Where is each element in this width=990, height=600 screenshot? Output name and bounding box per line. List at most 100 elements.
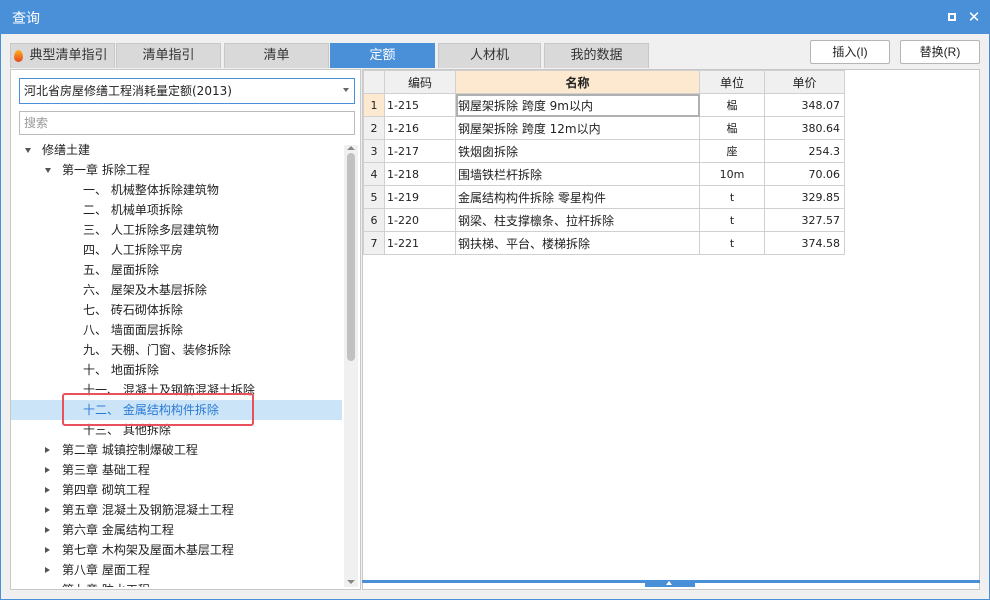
replace-button[interactable]: 替换(R) [900,40,980,64]
cell-name[interactable]: 金属结构构件拆除 零星构件 [455,185,700,209]
scroll-down-icon[interactable] [347,580,355,584]
column-header-code[interactable]: 编码 [384,70,456,94]
cell-price[interactable]: 70.06 [764,162,845,186]
tree-node[interactable]: 第五章 混凝土及钢筋混凝土工程 [11,500,342,520]
tree-node[interactable]: 第二章 城镇控制爆破工程 [11,440,342,460]
tree-node[interactable]: 四、 人工拆除平房 [11,240,342,260]
splitter-grip[interactable] [645,580,695,587]
tree-node[interactable]: 一、 机械整体拆除建筑物 [11,180,342,200]
maximize-icon[interactable] [944,9,960,25]
cell-price[interactable]: 348.07 [764,93,845,117]
tree-node-label: 第四章 砌筑工程 [62,483,150,497]
tab-labor-material-machine[interactable]: 人材机 [438,43,541,68]
tree-node[interactable]: 五、 屋面拆除 [11,260,342,280]
tree-node[interactable]: 九、 天棚、门窗、装修拆除 [11,340,342,360]
expand-right-icon[interactable] [45,547,50,553]
cell-code[interactable]: 1-216 [384,116,456,140]
tree-node[interactable]: 八、 墙面面层拆除 [11,320,342,340]
cell-code[interactable]: 1-215 [384,93,456,117]
scroll-up-icon[interactable] [347,146,355,150]
panel-splitter[interactable] [362,580,980,590]
tree-node[interactable]: 第九章 防水工程 [11,580,342,587]
cell-code[interactable]: 1-221 [384,231,456,255]
row-number[interactable]: 4 [363,162,385,186]
tree-node[interactable]: 三、 人工拆除多层建筑物 [11,220,342,240]
expand-down-icon[interactable] [45,168,51,173]
cell-unit[interactable]: 座 [699,139,765,163]
expand-right-icon[interactable] [45,487,50,493]
search-input[interactable] [19,111,355,135]
column-header-unit[interactable]: 单位 [699,70,765,94]
tab-typical-bill-guide[interactable]: 典型清单指引 [10,43,115,68]
cell-unit[interactable]: t [699,231,765,255]
tab-my-data[interactable]: 我的数据 [544,43,649,68]
table-row[interactable]: 7 1-221 钢扶梯、平台、楼梯拆除 t 374.58 [363,231,845,255]
expand-right-icon[interactable] [45,507,50,513]
row-number[interactable]: 3 [363,139,385,163]
scrollbar-thumb[interactable] [347,153,355,361]
cell-unit[interactable]: 榀 [699,93,765,117]
expand-down-icon[interactable] [25,148,31,153]
cell-price[interactable]: 374.58 [764,231,845,255]
column-header-name[interactable]: 名称 [455,70,700,94]
cell-price[interactable]: 380.64 [764,116,845,140]
cell-name[interactable]: 围墙铁栏杆拆除 [455,162,700,186]
cell-code[interactable]: 1-219 [384,185,456,209]
cell-name[interactable]: 钢扶梯、平台、楼梯拆除 [455,231,700,255]
tree-node[interactable]: 第四章 砌筑工程 [11,480,342,500]
tree-node-label: 第八章 屋面工程 [62,563,150,577]
tree-node[interactable]: 第三章 基础工程 [11,460,342,480]
tree-node-label: 五、 屋面拆除 [83,263,159,277]
tab-label: 定额 [369,48,396,63]
tree-node[interactable]: 第八章 屋面工程 [11,560,342,580]
cell-code[interactable]: 1-220 [384,208,456,232]
cell-price[interactable]: 329.85 [764,185,845,209]
table-row[interactable]: 6 1-220 钢梁、柱支撑檩条、拉杆拆除 t 327.57 [363,208,845,232]
tree-node[interactable]: 六、 屋架及木基层拆除 [11,280,342,300]
cell-unit[interactable]: 10m [699,162,765,186]
table-row[interactable]: 3 1-217 铁烟囱拆除座 254.3 [363,139,845,163]
cell-unit[interactable]: t [699,208,765,232]
cell-code[interactable]: 1-217 [384,139,456,163]
table-row[interactable]: 4 1-218 围墙铁栏杆拆除 10m 70.06 [363,162,845,186]
column-header-price[interactable]: 单价 [764,70,845,94]
expand-right-icon[interactable] [45,467,50,473]
table-row[interactable]: 5 1-219 金属结构构件拆除 零星构件 t 329.85 [363,185,845,209]
tree-node[interactable]: 第一章 拆除工程 [11,160,342,180]
cell-price[interactable]: 254.3 [764,139,845,163]
tree-node[interactable]: 第六章 金属结构工程 [11,520,342,540]
cell-name[interactable]: 钢屋架拆除 跨度 12m以内 [455,116,700,140]
tab-label: 清单指引 [142,48,195,63]
expand-right-icon[interactable] [45,567,50,573]
tree-node[interactable]: 七、 砖石砌体拆除 [11,300,342,320]
cell-unit[interactable]: 榀 [699,116,765,140]
row-number[interactable]: 7 [363,231,385,255]
table-row[interactable]: 1 1-215 钢屋架拆除 跨度 9m以内榀 348.07 [363,93,845,117]
cell-name[interactable]: 钢屋架拆除 跨度 9m以内 [455,93,700,117]
row-number[interactable]: 1 [363,93,385,117]
row-number[interactable]: 6 [363,208,385,232]
row-number[interactable]: 2 [363,116,385,140]
tree-node[interactable]: 十、 地面拆除 [11,360,342,380]
row-number[interactable]: 5 [363,185,385,209]
quota-library-select[interactable]: 河北省房屋修缮工程消耗量定额(2013) [19,78,355,104]
expand-right-icon[interactable] [45,527,50,533]
tree-node[interactable]: 修缮土建 [11,140,342,160]
tab-quota[interactable]: 定额 [330,43,435,68]
insert-button[interactable]: 插入(I) [810,40,890,64]
tab-bill-guide[interactable]: 清单指引 [116,43,221,68]
annotation-highlight-box [62,393,254,426]
cell-code[interactable]: 1-218 [384,162,456,186]
cell-unit[interactable]: t [699,185,765,209]
cell-name[interactable]: 钢梁、柱支撑檩条、拉杆拆除 [455,208,700,232]
cell-price[interactable]: 327.57 [764,208,845,232]
tab-bill[interactable]: 清单 [224,43,329,68]
tree-scrollbar[interactable] [344,145,358,587]
table-row[interactable]: 2 1-216 钢屋架拆除 跨度 12m以内榀 380.64 [363,116,845,140]
cell-name[interactable]: 铁烟囱拆除 [455,139,700,163]
close-icon[interactable]: ✕ [966,9,982,25]
expand-right-icon[interactable] [45,447,50,453]
tree-node-label: 第五章 混凝土及钢筋混凝土工程 [62,503,234,517]
tree-node[interactable]: 第七章 木构架及屋面木基层工程 [11,540,342,560]
tree-node[interactable]: 二、 机械单项拆除 [11,200,342,220]
